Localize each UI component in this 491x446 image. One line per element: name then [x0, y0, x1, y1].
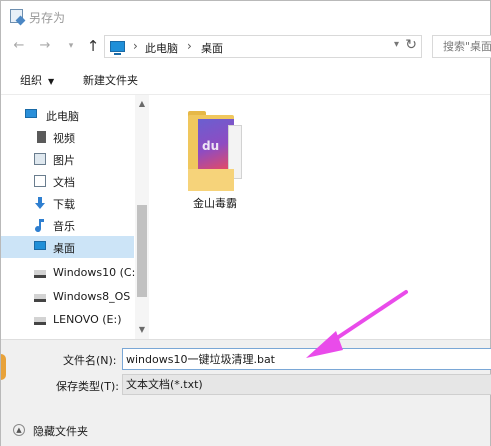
desktop-icon [34, 241, 46, 250]
chevron-right-icon[interactable]: › [187, 39, 192, 53]
sidebar-item-label: 视频 [53, 132, 75, 145]
decorative-edge [1, 354, 6, 380]
sidebar-item-desktop[interactable]: 桌面 [1, 236, 134, 258]
hide-folders-label: 隐藏文件夹 [33, 425, 88, 438]
sidebar-item-videos[interactable]: 视频 [1, 126, 134, 148]
file-item-folder[interactable]: du 金山毒霸 [188, 111, 248, 215]
filetype-label: 保存类型(T): [56, 380, 120, 393]
navigation-bar: ← → ▾ ↑ › 此电脑 › 桌面 ▾ ↻ [1, 31, 491, 63]
scroll-down-icon[interactable]: ▼ [135, 325, 149, 334]
save-as-dialog: 另存为 ← → ▾ ↑ › 此电脑 › 桌面 ▾ ↻ 组织 ▼ 新建文件夹 此电脑 [0, 0, 491, 446]
refresh-icon[interactable]: ↻ [405, 37, 417, 53]
sidebar-item-label: 此电脑 [46, 110, 79, 123]
breadcrumb-desktop[interactable]: 桌面 [201, 40, 223, 56]
du-logo-glyph: du [202, 139, 220, 153]
drive-icon [34, 270, 46, 278]
pictures-icon [34, 153, 46, 165]
sidebar-item-drive-e[interactable]: LENOVO (E:) [1, 309, 134, 331]
search-box[interactable] [432, 35, 491, 58]
window-title: 另存为 [29, 11, 66, 25]
sidebar-item-label: 文档 [53, 176, 75, 189]
scrollbar-thumb[interactable] [137, 205, 147, 297]
save-form: 文件名(N): 保存类型(T): 文本文档(*.txt) [1, 339, 491, 417]
video-icon [34, 131, 46, 143]
arrow-right-icon[interactable]: → [37, 37, 53, 55]
navigation-pane: 此电脑 视频 图片 文档 下载 音乐 桌面 Windows10 (C: Wind… [1, 95, 149, 339]
chevron-up-icon: ▲ [13, 424, 25, 436]
sidebar-item-downloads[interactable]: 下载 [1, 192, 134, 214]
title-bar: 另存为 [1, 1, 490, 31]
drive-icon [34, 294, 46, 302]
folder-front [188, 169, 234, 191]
file-item-label: 金山毒霸 [193, 197, 237, 210]
arrow-left-icon[interactable]: ← [11, 37, 27, 55]
sidebar-item-label: Windows10 (C: [53, 266, 136, 279]
sidebar-item-label: 桌面 [53, 242, 75, 255]
dialog-footer: ▲ 隐藏文件夹 [1, 417, 490, 446]
sidebar-item-label: Windows8_OS [53, 290, 131, 303]
organize-button[interactable]: 组织 ▼ [20, 72, 54, 88]
chevron-right-icon[interactable]: › [133, 39, 138, 53]
download-icon [34, 197, 46, 209]
sidebar-item-music[interactable]: 音乐 [1, 214, 134, 236]
sidebar-item-documents[interactable]: 文档 [1, 170, 134, 192]
chevron-down-icon[interactable]: ▾ [394, 39, 399, 50]
file-list: du 金山毒霸 [150, 95, 490, 339]
documents-icon [34, 175, 46, 187]
sidebar-item-drive-d[interactable]: Windows8_OS [1, 286, 134, 308]
filetype-select[interactable]: 文本文档(*.txt) [122, 374, 491, 395]
filename-input[interactable] [122, 348, 491, 370]
sidebar-item-label: 图片 [53, 154, 75, 167]
chevron-down-icon: ▼ [48, 77, 55, 86]
sidebar-item-label: LENOVO (E:) [53, 313, 122, 326]
search-input[interactable] [433, 36, 491, 57]
drive-icon [34, 317, 46, 325]
desktop-icon [110, 41, 125, 55]
chevron-down-icon[interactable]: ▾ [63, 37, 79, 55]
address-bar[interactable]: › 此电脑 › 桌面 ▾ ↻ [104, 35, 422, 58]
music-icon [34, 219, 46, 233]
command-bar: 组织 ▼ 新建文件夹 [1, 63, 490, 95]
sidebar-item-this-pc[interactable]: 此电脑 [1, 104, 134, 126]
sidebar-scrollbar[interactable]: ▲ ▼ [135, 95, 149, 339]
computer-icon [25, 109, 37, 118]
sidebar-item-label: 下载 [53, 198, 75, 211]
filename-label: 文件名(N): [63, 354, 117, 367]
arrow-up-icon[interactable]: ↑ [85, 37, 101, 55]
scroll-up-icon[interactable]: ▲ [135, 99, 149, 108]
sidebar-item-pictures[interactable]: 图片 [1, 148, 134, 170]
breadcrumb-this-pc[interactable]: 此电脑 [145, 40, 178, 56]
sidebar-item-label: 音乐 [53, 220, 75, 233]
organize-label: 组织 [20, 74, 42, 87]
notepad-icon [10, 9, 23, 23]
sidebar-item-drive-c[interactable]: Windows10 (C: [1, 262, 136, 284]
new-folder-button[interactable]: 新建文件夹 [83, 72, 138, 88]
